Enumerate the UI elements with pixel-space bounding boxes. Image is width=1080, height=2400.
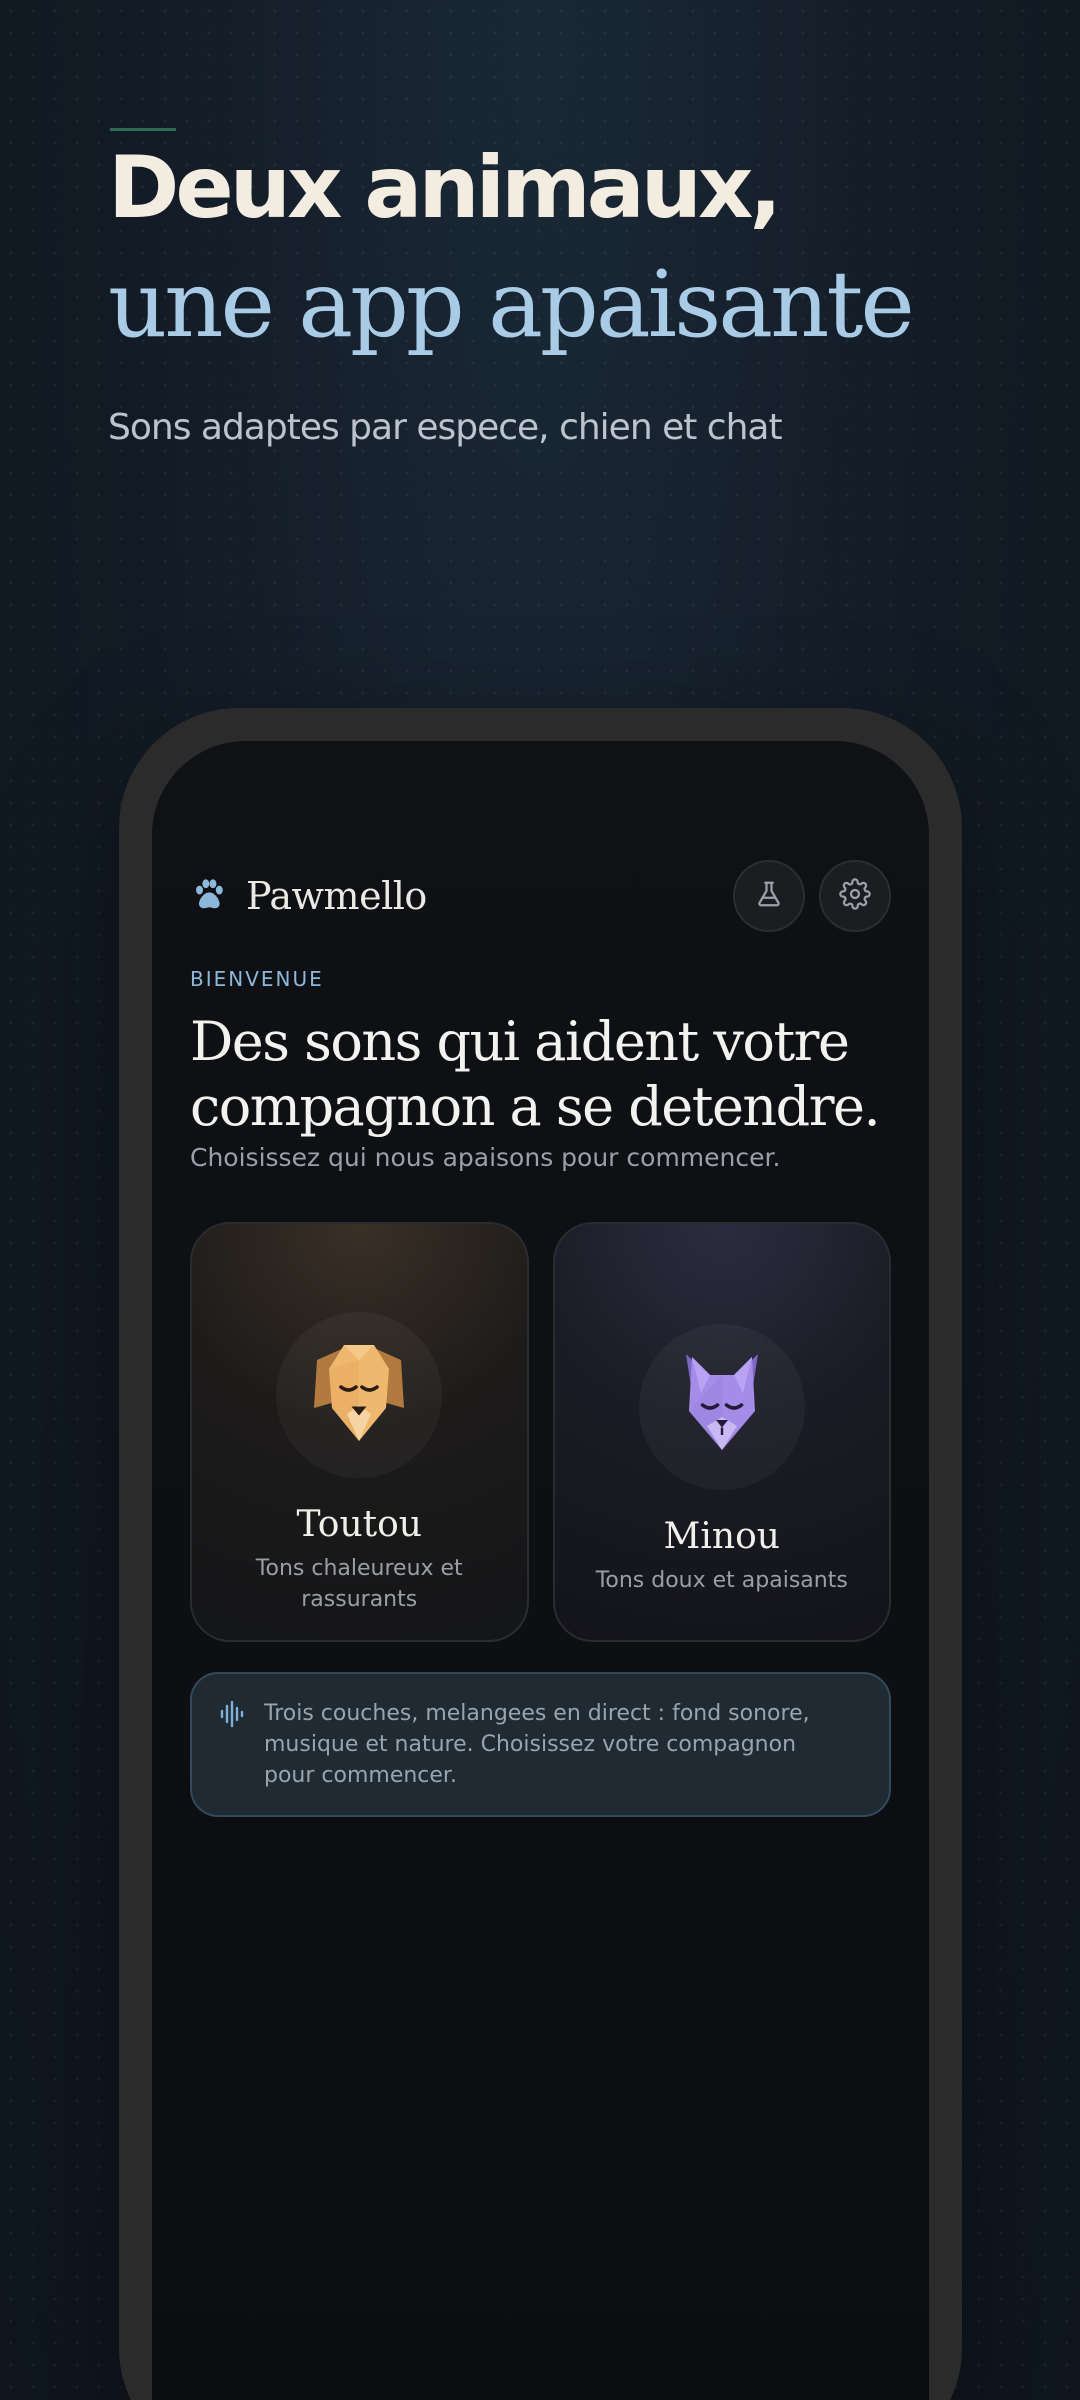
app-content: Pawmello BIENVENUE Des sons qui aident v… — [190, 859, 891, 1817]
hero: Deux animaux, une app apaisante Sons ada… — [108, 128, 1008, 448]
brand: Pawmello — [190, 874, 427, 918]
cat-name: Minou — [663, 1516, 780, 1557]
cat-card[interactable]: Minou Tons doux et apaisants — [552, 1222, 891, 1642]
accent-line — [110, 128, 176, 131]
welcome-subtitle: Choisissez qui nous apaisons pour commen… — [190, 1143, 781, 1172]
phone-frame: Pawmello BIENVENUE Des sons qui aident v… — [119, 708, 962, 2400]
paw-icon — [190, 875, 228, 918]
settings-button[interactable] — [819, 860, 891, 932]
hero-headline-accent: une app apaisante — [108, 250, 915, 358]
gear-icon — [839, 877, 871, 915]
dog-avatar — [276, 1312, 443, 1478]
hero-subline: Sons adaptes par espece, chien et chat — [108, 406, 783, 448]
hero-headline: Deux animaux, — [108, 138, 782, 238]
flask-icon — [754, 879, 784, 914]
welcome-title-line-1: Des sons qui aident votre — [190, 1010, 850, 1073]
waveform-icon — [218, 1700, 246, 1733]
dog-card[interactable]: Toutou Tons chaleureux et rassurants — [190, 1222, 529, 1642]
info-banner: Trois couches, melangees en direct : fon… — [190, 1672, 891, 1817]
lab-button[interactable] — [733, 860, 805, 932]
welcome-eyebrow: BIENVENUE — [190, 967, 324, 991]
header-actions — [733, 860, 891, 932]
cat-description: Tons doux et apaisants — [595, 1568, 848, 1593]
app-name: Pawmello — [246, 874, 427, 918]
dog-icon — [284, 1318, 434, 1473]
welcome-title: Des sons qui aident votre compagnon a se… — [190, 1009, 891, 1139]
phone-screen: Pawmello BIENVENUE Des sons qui aident v… — [152, 741, 929, 2400]
dog-description: Tons chaleureux et rassurants — [255, 1556, 463, 1612]
dog-name: Toutou — [296, 1504, 422, 1545]
cat-icon — [647, 1330, 797, 1485]
cat-avatar — [638, 1324, 805, 1490]
info-text: Trois couches, melangees en direct : fon… — [264, 1701, 810, 1788]
app-header: Pawmello — [190, 859, 891, 933]
welcome-title-line-2: compagnon a se detendre. — [190, 1075, 881, 1138]
pet-choices: Toutou Tons chaleureux et rassurants Min… — [190, 1222, 891, 1642]
